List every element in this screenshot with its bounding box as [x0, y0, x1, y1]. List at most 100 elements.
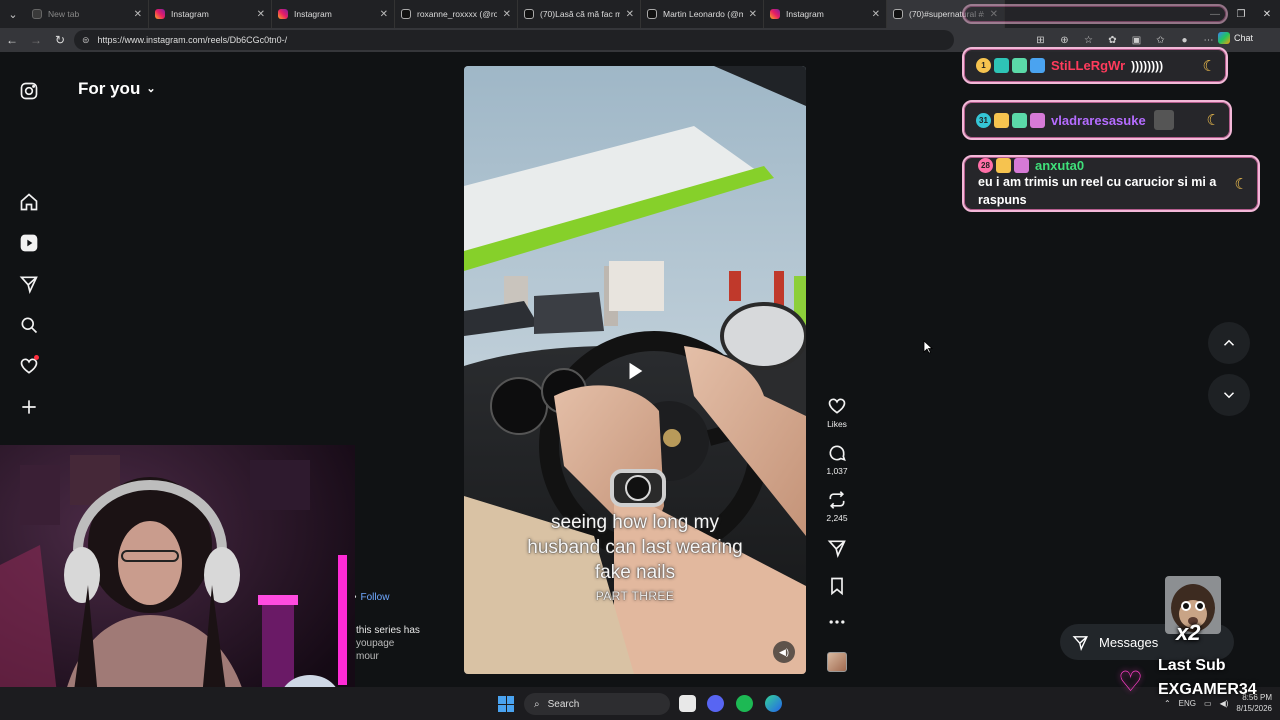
like-button[interactable]: Likes [822, 396, 852, 429]
tab-search-icon[interactable]: ⌄ [0, 0, 26, 28]
likes-label: Likes [827, 419, 847, 429]
repost-icon [829, 491, 845, 509]
forward-icon[interactable]: → [24, 28, 48, 52]
reposts-count: 2,245 [826, 513, 848, 523]
back-icon[interactable]: ← [0, 28, 24, 52]
windows-start-icon[interactable] [498, 696, 514, 712]
create-plus-icon[interactable] [17, 395, 41, 419]
copilot-chat-button[interactable]: Chat [1218, 32, 1253, 44]
edge-browser-icon[interactable] [765, 695, 782, 712]
instagram-favicon [770, 9, 780, 19]
chat-message: 28 anxuta0 eu i am trimis un reel cu car… [962, 155, 1260, 212]
chat-message-partial [962, 4, 1228, 24]
browser-tab[interactable]: Instagram ✕ [272, 0, 395, 28]
repost-button[interactable]: 2,245 [822, 490, 852, 523]
tab-label: New tab [48, 9, 80, 19]
instagram-logo-icon[interactable] [17, 79, 41, 103]
messages-icon [1072, 635, 1088, 651]
reel-video[interactable]: seeing how long my husband can last wear… [464, 66, 806, 674]
follow-link[interactable]: •Follow [353, 592, 389, 603]
browser-tab[interactable]: Instagram ✕ [149, 0, 272, 28]
reels-icon[interactable] [17, 231, 41, 255]
moon-icon: ☾ [1206, 112, 1220, 129]
taskbar-search[interactable]: ⌕ Search [524, 693, 670, 715]
moon-icon: ☾ [1202, 57, 1216, 75]
new-tab-icon [32, 9, 42, 19]
spotify-icon[interactable] [736, 695, 753, 712]
notifications-heart-icon[interactable] [17, 354, 41, 378]
bits-badge-icon [1030, 58, 1045, 73]
tab-close-icon[interactable]: ✕ [749, 9, 757, 20]
webcam-feed [0, 445, 355, 720]
tab-close-icon[interactable]: ✕ [872, 9, 880, 20]
tiktok-favicon [893, 9, 903, 19]
url-text: https://www.instagram.com/reels/Db6CGc0t… [97, 35, 288, 45]
tab-label: Instagram [786, 9, 824, 19]
mouse-cursor-icon [923, 340, 933, 354]
address-bar[interactable]: ⊜ https://www.instagram.com/reels/Db6CGc… [74, 30, 954, 50]
chat-label: Chat [1234, 33, 1254, 43]
webcam-image [0, 445, 355, 720]
comment-button[interactable]: 1,037 [822, 443, 852, 476]
chat-username: StiLLeRgWr [1051, 58, 1126, 73]
instagram-favicon [278, 9, 288, 19]
tab-close-icon[interactable]: ✕ [257, 9, 265, 20]
moon-icon: ☾ [1234, 175, 1248, 193]
home-icon[interactable] [17, 190, 41, 214]
chat-username: vladraresasuke [1051, 112, 1146, 128]
caption-line-2: husband can last wearing [527, 537, 743, 558]
tab-close-icon[interactable]: ✕ [380, 9, 388, 20]
browser-tab[interactable]: Martin Leonardo (@mar ✕ [641, 0, 764, 28]
chevron-up-icon [1223, 339, 1235, 346]
bookmark-icon [831, 577, 843, 596]
close-window-icon[interactable]: ✕ [1254, 0, 1280, 28]
chevron-down-icon [1223, 392, 1235, 399]
direct-messages-icon[interactable] [17, 272, 41, 296]
share-icon [827, 540, 846, 558]
emote-icon [1153, 110, 1174, 130]
gift-badge-icon [1012, 58, 1027, 73]
more-button[interactable] [822, 612, 852, 632]
reload-icon[interactable]: ↻ [48, 28, 72, 52]
chat-text: eu i am trimis un reel cu carucior si mi… [978, 175, 1217, 207]
next-reel-button[interactable] [1208, 374, 1250, 416]
file-explorer-icon[interactable] [679, 695, 696, 712]
caption-line-3: fake nails [594, 562, 676, 583]
video-caption: seeing how long my husband can last wear… [464, 510, 806, 603]
previous-reel-button[interactable] [1208, 322, 1250, 364]
sub-badge: 1 [976, 58, 991, 73]
copilot-icon [1218, 32, 1230, 44]
tiktok-favicon [401, 9, 411, 19]
windows-taskbar: ⌕ Search ⌃ ENG ▭ ◀) 8:56 PM 8/15/2026 [0, 687, 1280, 720]
chat-message: 1 StiLLeRgWr )))))))) ☾ [962, 47, 1228, 84]
browser-tab[interactable]: New tab ✕ [26, 0, 149, 28]
feed-selector[interactable]: For you ⌄ [78, 79, 156, 99]
play-icon[interactable] [624, 360, 646, 382]
browser-tab[interactable]: (70)Lasă că mă fac mare ✕ [518, 0, 641, 28]
screen: ⌄ New tab ✕ Instagram ✕ Instagram ✕ roxanne_ro… [0, 0, 1280, 720]
crown-badge-icon [994, 112, 1009, 128]
audio-avatar[interactable] [827, 652, 847, 672]
tab-close-icon[interactable]: ✕ [503, 9, 511, 20]
tiktok-favicon [647, 9, 657, 19]
taskbar-search-label: Search [547, 698, 580, 710]
cat-badge-icon [1014, 158, 1029, 173]
discord-icon[interactable] [707, 695, 724, 712]
tab-label: Instagram [171, 9, 209, 19]
site-info-icon[interactable]: ⊜ [82, 35, 90, 46]
audio-icon[interactable]: ◀) [773, 641, 795, 663]
caption-line-1: seeing how long my [551, 512, 719, 533]
browser-tab[interactable]: roxanne_roxxxx (@roxar ✕ [395, 0, 518, 28]
browser-tab[interactable]: Instagram ✕ [764, 0, 887, 28]
share-button[interactable] [822, 538, 852, 558]
badge-icon [994, 58, 1009, 73]
comments-count: 1,037 [826, 466, 848, 476]
save-button[interactable] [822, 576, 852, 596]
restore-icon[interactable]: ❐ [1228, 0, 1254, 28]
tab-close-icon[interactable]: ✕ [626, 9, 634, 20]
chat-message: 31 vladraresasuke ☾ [962, 100, 1232, 140]
chat-username: anxuta0 [1035, 158, 1085, 173]
search-icon[interactable] [17, 313, 41, 337]
tab-close-icon[interactable]: ✕ [134, 9, 142, 20]
cat-badge-icon [1030, 112, 1045, 128]
